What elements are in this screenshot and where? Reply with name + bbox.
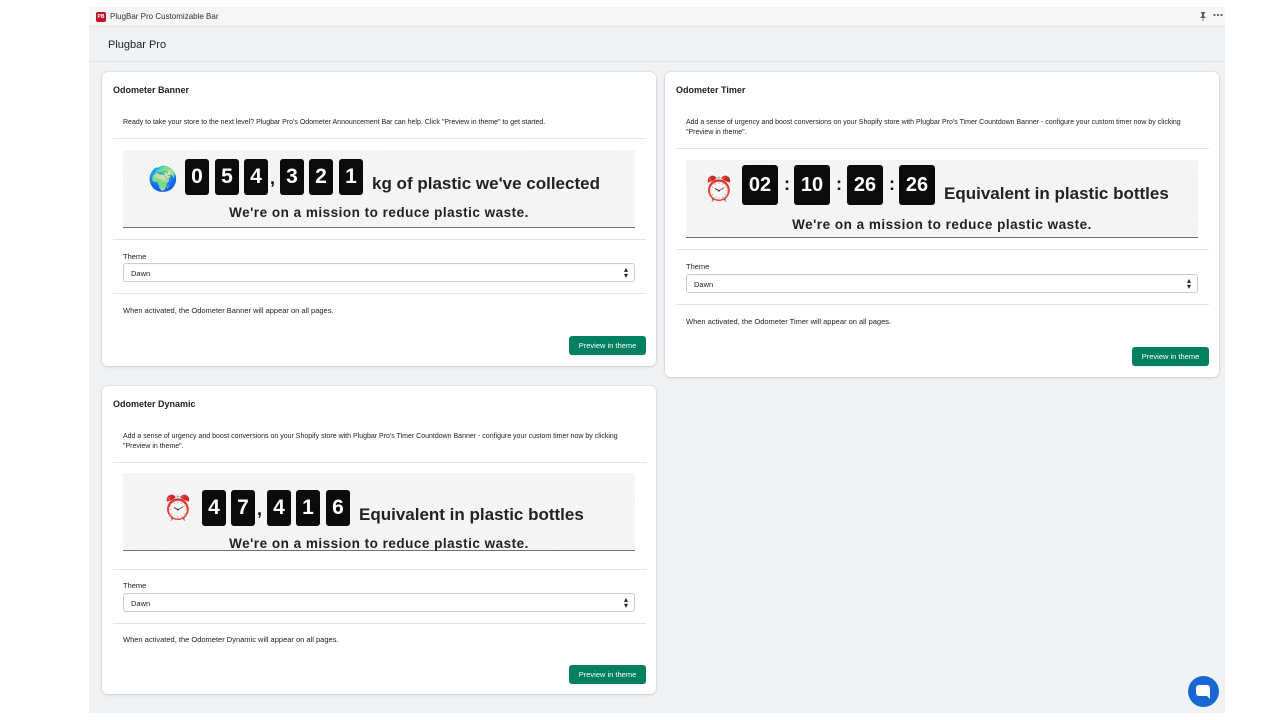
odometer-digit: 5 bbox=[215, 159, 239, 195]
theme-select[interactable]: Dawn ▴ ▾ bbox=[123, 263, 635, 282]
activation-note: When activated, the Odometer Timer will … bbox=[686, 317, 892, 326]
theme-select[interactable]: Dawn ▴ ▾ bbox=[686, 274, 1198, 293]
theme-select-value: Dawn bbox=[694, 280, 714, 289]
banner-headline: kg of plastic we've collected bbox=[372, 174, 600, 193]
odometer-digit: 2 bbox=[309, 159, 333, 195]
odometer-digit: 1 bbox=[339, 159, 363, 195]
preview-in-theme-button[interactable]: Preview in theme bbox=[569, 336, 646, 355]
odometer-digit: 6 bbox=[326, 490, 350, 526]
alarm-clock-icon: ⏰ bbox=[704, 176, 734, 203]
app-name: PlugBar Pro Customizable Bar bbox=[110, 12, 219, 21]
banner-tagline: We're on a mission to reduce plastic was… bbox=[229, 205, 529, 220]
alarm-clock-icon: ⏰ bbox=[163, 495, 193, 522]
dynamic-tagline: We're on a mission to reduce plastic was… bbox=[229, 536, 529, 551]
odometer-digit: 7 bbox=[231, 490, 255, 526]
preview-in-theme-button[interactable]: Preview in theme bbox=[569, 665, 646, 684]
theme-select-value: Dawn bbox=[131, 599, 151, 608]
divider bbox=[113, 293, 646, 294]
odometer-digit: 4 bbox=[244, 159, 268, 195]
timer-digit: 10 bbox=[794, 165, 830, 205]
timer-digit: 26 bbox=[899, 165, 935, 205]
divider bbox=[113, 569, 646, 570]
divider bbox=[113, 138, 646, 139]
timer-headline: Equivalent in plastic bottles bbox=[944, 184, 1169, 203]
card-description: Add a sense of urgency and boost convers… bbox=[123, 433, 618, 450]
select-arrows-icon: ▴ ▾ bbox=[623, 595, 628, 610]
theme-label: Theme bbox=[123, 252, 147, 261]
timer-tagline: We're on a mission to reduce plastic was… bbox=[792, 217, 1092, 232]
card-description: Add a sense of urgency and boost convers… bbox=[686, 119, 1181, 136]
divider bbox=[113, 623, 646, 624]
odometer-timer-preview: ⏰ 02 : 10 : 26 : 26 Equivalent in plasti… bbox=[686, 160, 1198, 238]
chat-icon-tail bbox=[1205, 694, 1210, 699]
card-title: Odometer Dynamic bbox=[113, 399, 196, 409]
select-arrows-icon: ▴ ▾ bbox=[1186, 276, 1191, 291]
divider bbox=[676, 304, 1209, 305]
activation-note: When activated, the Odometer Dynamic wil… bbox=[123, 635, 339, 644]
timer-digit: 02 bbox=[742, 165, 778, 205]
timer-separator: : bbox=[784, 174, 790, 194]
app-topbar: PB PlugBar Pro Customizable Bar bbox=[89, 7, 1225, 27]
odometer-digit: 4 bbox=[202, 490, 226, 526]
theme-select[interactable]: Dawn ▴ ▾ bbox=[123, 593, 635, 612]
card-description: Ready to take your store to the next lev… bbox=[123, 119, 546, 126]
divider bbox=[113, 462, 646, 463]
theme-label: Theme bbox=[686, 262, 710, 271]
odometer-separator: , bbox=[257, 499, 263, 519]
page-title: Plugbar Pro bbox=[108, 39, 167, 51]
odometer-banner-card: Odometer Banner Ready to take your store… bbox=[102, 72, 656, 366]
odometer-banner-preview: 🌍 0 5 4 , 3 2 1 kg of plastic we've coll… bbox=[123, 150, 635, 228]
odometer-timer-card: Odometer Timer Add a sense of urgency an… bbox=[665, 72, 1219, 377]
pin-icon[interactable] bbox=[1199, 12, 1207, 23]
timer-separator: : bbox=[836, 174, 842, 194]
odometer-separator: , bbox=[270, 168, 276, 188]
divider bbox=[113, 239, 646, 240]
card-title: Odometer Banner bbox=[113, 85, 190, 95]
theme-label: Theme bbox=[123, 581, 147, 590]
timer-separator: : bbox=[889, 174, 895, 194]
app-frame: PB PlugBar Pro Customizable Bar Plugbar … bbox=[89, 7, 1225, 713]
odometer-digit: 3 bbox=[280, 159, 304, 195]
globe-icon: 🌍 bbox=[148, 166, 178, 193]
odometer-dynamic-card: Odometer Dynamic Add a sense of urgency … bbox=[102, 386, 656, 694]
divider bbox=[676, 249, 1209, 250]
odometer-digit: 1 bbox=[296, 490, 320, 526]
page-header: Plugbar Pro bbox=[89, 28, 1225, 62]
dynamic-headline: Equivalent in plastic bottles bbox=[359, 505, 584, 524]
preview-in-theme-button[interactable]: Preview in theme bbox=[1132, 347, 1209, 366]
chat-launcher-button[interactable] bbox=[1188, 676, 1219, 707]
divider bbox=[676, 148, 1209, 149]
select-arrows-icon: ▴ ▾ bbox=[623, 265, 628, 280]
more-horizontal-icon[interactable] bbox=[1213, 10, 1223, 23]
timer-digit: 26 bbox=[847, 165, 883, 205]
odometer-digit: 4 bbox=[267, 490, 291, 526]
odometer-dynamic-preview: ⏰ 4 7 , 4 1 6 Equivalent in plastic bott… bbox=[123, 473, 635, 551]
app-logo-icon: PB bbox=[96, 12, 106, 22]
activation-note: When activated, the Odometer Banner will… bbox=[123, 306, 334, 315]
odometer-digit: 0 bbox=[185, 159, 209, 195]
card-title: Odometer Timer bbox=[676, 85, 746, 95]
theme-select-value: Dawn bbox=[131, 269, 151, 278]
